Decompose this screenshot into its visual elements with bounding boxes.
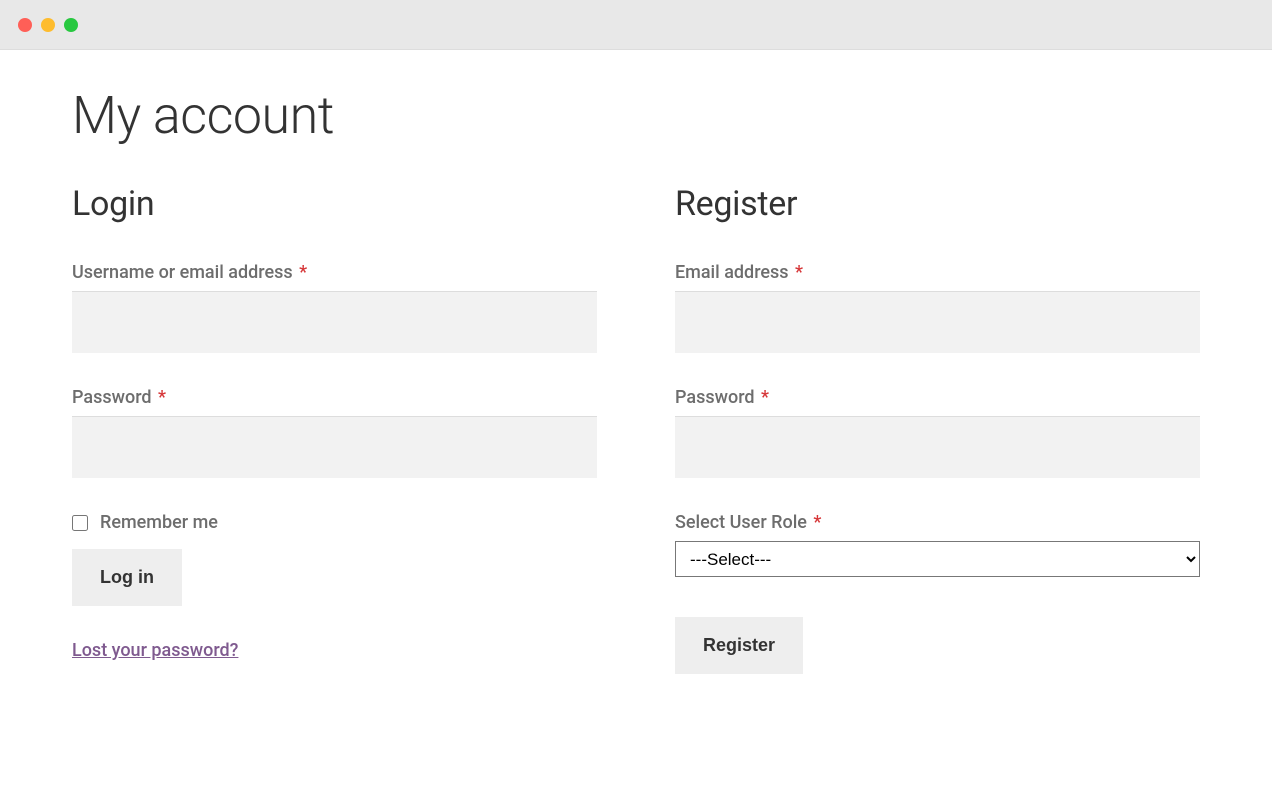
register-password-input[interactable]	[675, 416, 1200, 478]
maximize-window-button[interactable]	[64, 18, 78, 32]
register-email-row: Email address *	[675, 262, 1200, 353]
login-password-label-text: Password	[72, 387, 152, 408]
required-mark: *	[761, 387, 769, 408]
remember-me-label: Remember me	[100, 512, 218, 533]
login-password-row: Password *	[72, 387, 597, 478]
login-section: Login Username or email address * Passwo…	[72, 184, 597, 674]
columns: Login Username or email address * Passwo…	[72, 184, 1200, 674]
register-email-label-text: Email address	[675, 262, 789, 283]
login-username-label-text: Username or email address	[72, 262, 293, 283]
required-mark: *	[813, 512, 821, 533]
window-chrome	[0, 0, 1272, 50]
page-title: My account	[72, 85, 1200, 146]
login-username-label: Username or email address *	[72, 262, 597, 283]
register-password-label-text: Password	[675, 387, 755, 408]
remember-me-row[interactable]: Remember me	[72, 512, 597, 533]
register-section: Register Email address * Password * Sele…	[675, 184, 1200, 674]
login-username-row: Username or email address *	[72, 262, 597, 353]
register-email-label: Email address *	[675, 262, 1200, 283]
register-role-label-text: Select User Role	[675, 512, 807, 533]
minimize-window-button[interactable]	[41, 18, 55, 32]
lost-password-link[interactable]: Lost your password?	[72, 640, 238, 661]
login-button[interactable]: Log in	[72, 549, 182, 606]
login-username-input[interactable]	[72, 291, 597, 353]
page-content: My account Login Username or email addre…	[0, 50, 1272, 734]
login-heading: Login	[72, 184, 597, 224]
register-heading: Register	[675, 184, 1200, 224]
login-password-label: Password *	[72, 387, 597, 408]
register-password-row: Password *	[675, 387, 1200, 478]
close-window-button[interactable]	[18, 18, 32, 32]
required-mark: *	[299, 262, 307, 283]
required-mark: *	[795, 262, 803, 283]
login-password-input[interactable]	[72, 416, 597, 478]
register-email-input[interactable]	[675, 291, 1200, 353]
register-password-label: Password *	[675, 387, 1200, 408]
register-role-label: Select User Role *	[675, 512, 1200, 533]
register-button[interactable]: Register	[675, 617, 803, 674]
register-role-select[interactable]: ---Select---	[675, 541, 1200, 577]
register-role-row: Select User Role * ---Select---	[675, 512, 1200, 577]
required-mark: *	[158, 387, 166, 408]
remember-me-checkbox[interactable]	[72, 515, 88, 531]
